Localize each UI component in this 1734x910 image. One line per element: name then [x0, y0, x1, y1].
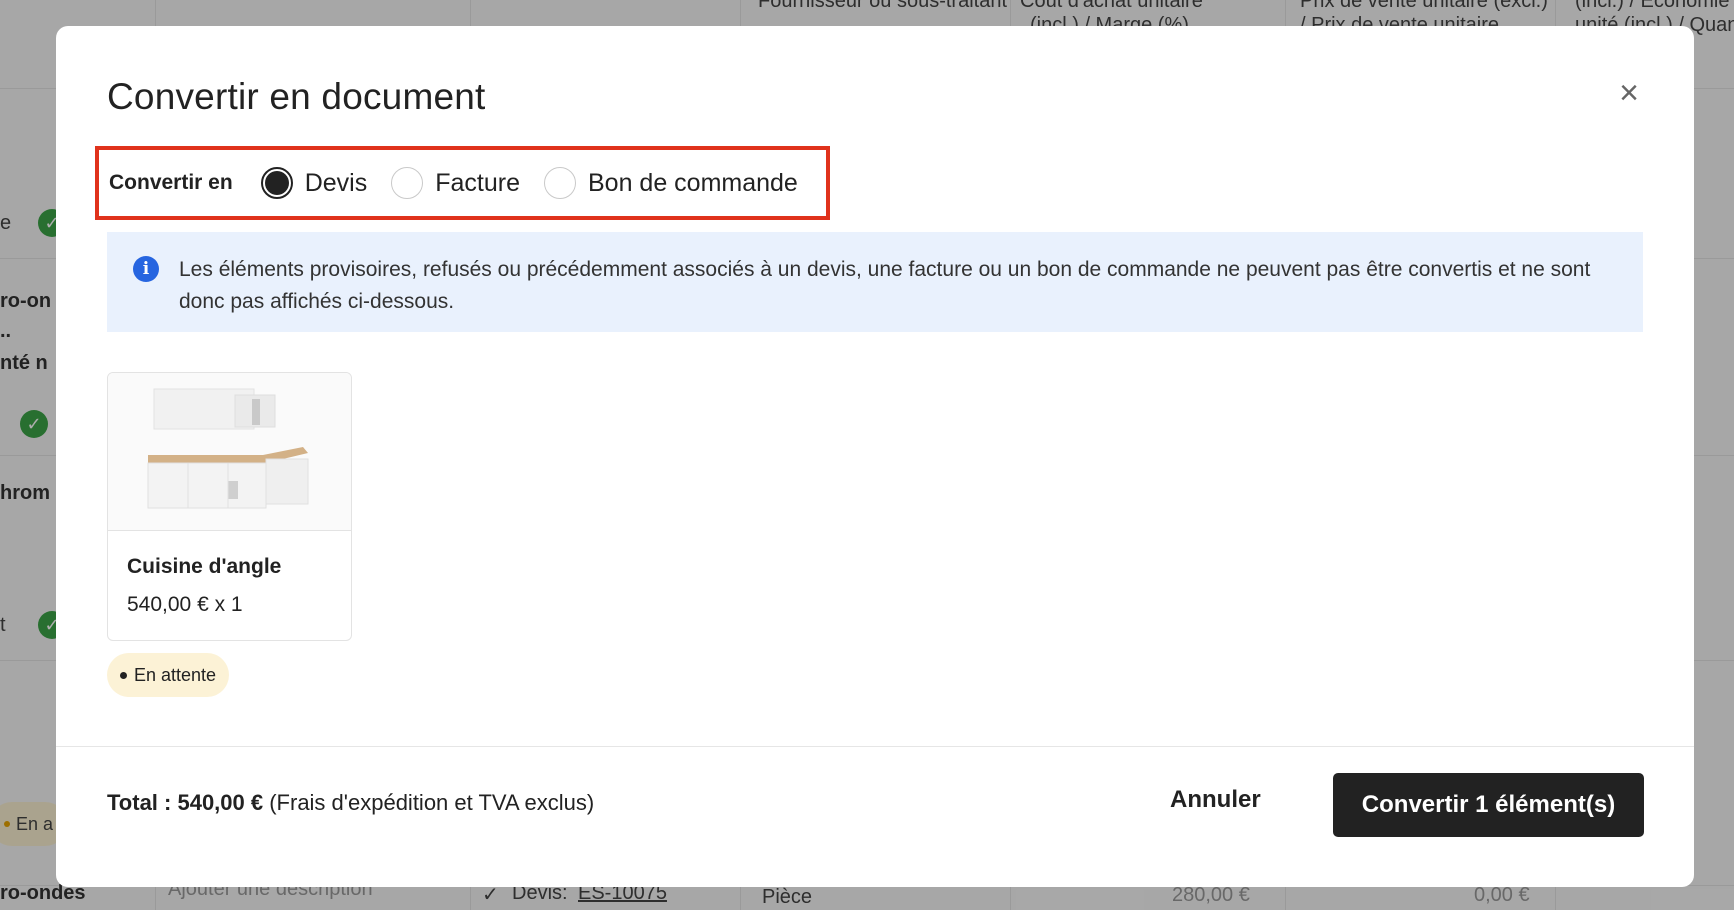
footer-divider [56, 746, 1694, 747]
total-summary: Total : 540,00 € (Frais d'expédition et … [107, 790, 594, 816]
radio-option-bon-de-commande[interactable]: Bon de commande [543, 167, 798, 199]
radio-option-facture[interactable]: Facture [391, 167, 520, 199]
product-name: Cuisine d'angle [127, 555, 282, 578]
status-dot-icon [120, 671, 127, 679]
product-image [108, 373, 351, 531]
radio-label: Bon de commande [587, 168, 798, 197]
info-icon: i [133, 256, 159, 282]
convert-document-modal: Convertir en document × Convertir en Dev… [56, 26, 1694, 887]
total-amount: Total : 540,00 € [107, 790, 264, 815]
status-badge: En attente [107, 653, 230, 697]
cancel-button[interactable]: Annuler [1170, 786, 1261, 814]
modal-title: Convertir en document [107, 76, 486, 117]
product-card[interactable]: Cuisine d'angle 540,00 € x 1 [107, 372, 352, 641]
info-banner: i Les éléments provisoires, refusés ou p… [107, 232, 1643, 332]
close-icon[interactable]: × [1614, 74, 1644, 112]
radio-option-devis[interactable]: Devis [260, 167, 368, 199]
radio-label: Facture [435, 168, 520, 197]
radio-button-checked-icon[interactable] [260, 167, 293, 199]
total-note: (Frais d'expédition et TVA exclus) [263, 790, 595, 815]
radio-button-icon[interactable] [391, 167, 424, 199]
info-text: Les éléments provisoires, refusés ou pré… [179, 258, 1591, 313]
convert-button[interactable]: Convertir 1 élément(s) [1333, 773, 1644, 837]
kitchen-image-icon [147, 388, 309, 509]
radio-button-icon[interactable] [543, 167, 576, 199]
radio-label: Devis [304, 168, 368, 197]
convert-type-label: Convertir en [109, 171, 233, 194]
status-text: En attente [134, 664, 217, 685]
convert-type-selector: Convertir en Devis Facture Bon de comman… [95, 146, 830, 220]
product-price: 540,00 € x 1 [127, 593, 243, 616]
